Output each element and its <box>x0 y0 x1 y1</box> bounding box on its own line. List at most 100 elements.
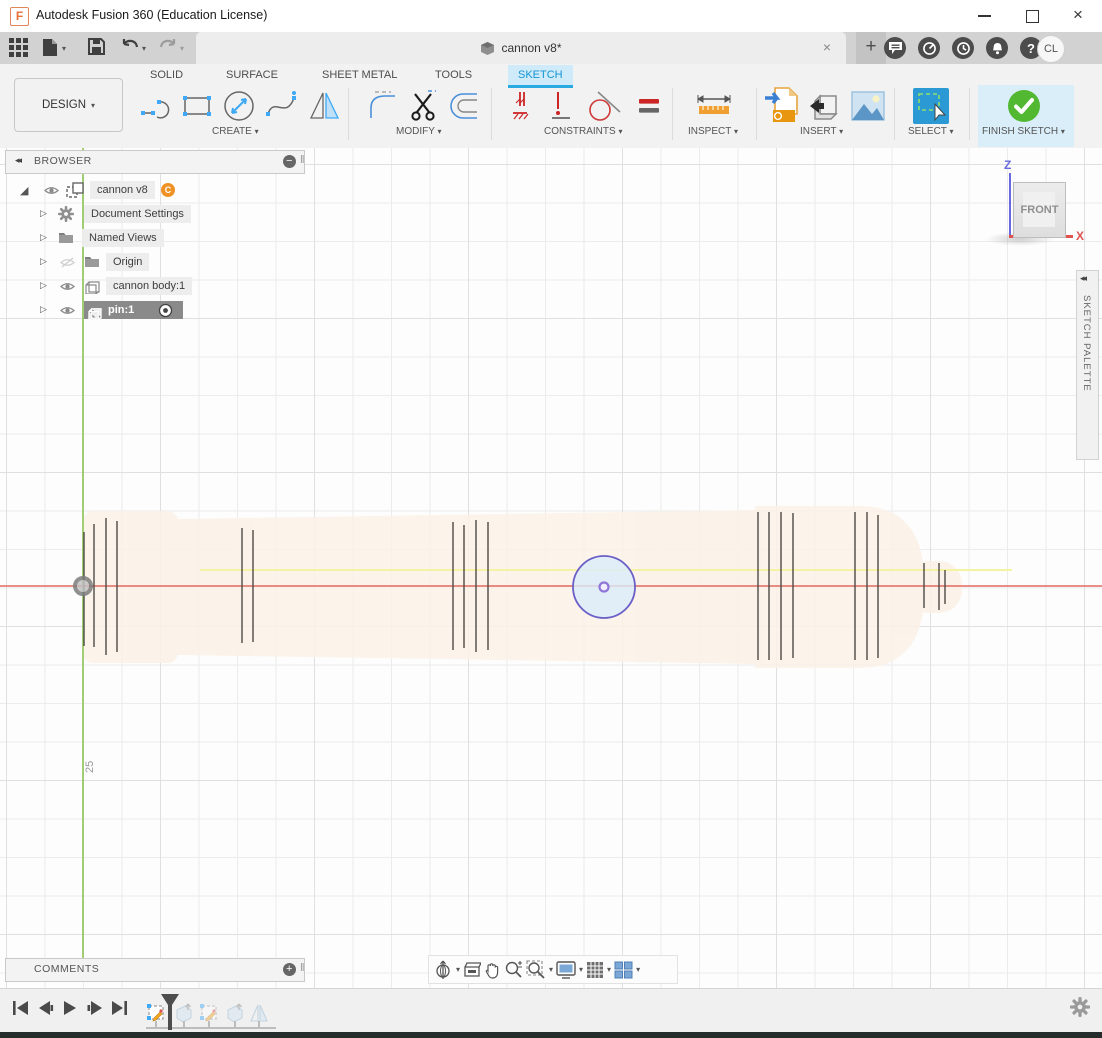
tab-solid[interactable]: SOLID <box>150 65 183 85</box>
tree-row-named-views[interactable]: ▷ Named Views <box>0 226 300 250</box>
timeline-go-to-end-button[interactable] <box>112 1001 128 1015</box>
fillet-tool-button[interactable] <box>365 86 405 126</box>
timeline-playhead[interactable] <box>160 994 180 1030</box>
remove-panel-icon[interactable]: − <box>283 155 296 168</box>
tree-row-root[interactable]: ◢ cannon v8 C <box>0 178 300 202</box>
extensions-icon[interactable] <box>918 37 940 59</box>
group-label-create[interactable]: CREATE ▾ <box>212 126 259 137</box>
new-tab-button[interactable]: + <box>856 32 886 64</box>
constraint-tangent-button[interactable] <box>584 86 624 126</box>
insert-svg-button[interactable] <box>762 86 802 126</box>
insert-canvas-button[interactable] <box>848 86 888 126</box>
tree-row-origin[interactable]: ▷ Origin <box>0 250 300 274</box>
user-avatar[interactable]: CL <box>1037 35 1065 63</box>
timeline-item-sketch[interactable] <box>199 1003 219 1023</box>
pan-hand-icon[interactable] <box>484 961 501 979</box>
offset-tool-button[interactable] <box>445 86 485 126</box>
timeline-go-to-start-button[interactable] <box>12 1001 28 1015</box>
constraint-vertical-horizontal-button[interactable] <box>540 86 580 126</box>
constraint-equal-button[interactable] <box>630 86 670 126</box>
line-tool-button[interactable] <box>136 86 176 126</box>
timeline-settings-gear-icon[interactable] <box>1070 997 1090 1017</box>
expand-collapsed-icon[interactable]: ▷ <box>40 232 47 243</box>
viewcube[interactable]: FRONT <box>1013 182 1066 238</box>
chevron-down-icon[interactable]: ▾ <box>62 44 66 53</box>
circle-tool-button[interactable] <box>219 86 259 126</box>
tree-item-label[interactable]: Document Settings <box>84 205 191 223</box>
tree-item-label[interactable]: Origin <box>106 253 149 271</box>
chevron-down-icon[interactable]: ▾ <box>456 965 460 974</box>
model-canvas[interactable]: 25 FRONT Z X ◂◂ SKETCH PALETTE ◂◂ BROWSE… <box>0 148 1102 988</box>
tree-row-cannon-body[interactable]: ▷ cannon body:1 <box>0 274 300 298</box>
rectangle-tool-button[interactable] <box>177 86 217 126</box>
finish-sketch-button[interactable] <box>1004 86 1044 126</box>
sketch-palette-panel[interactable]: ◂◂ SKETCH PALETTE <box>1076 270 1099 460</box>
tab-surface[interactable]: SURFACE <box>226 65 278 85</box>
browser-panel-header[interactable]: ◂◂ BROWSER − ‖ <box>5 150 305 174</box>
tree-row-document-settings[interactable]: ▷ Document Settings <box>0 202 300 226</box>
chevron-down-icon[interactable]: ▾ <box>142 44 146 53</box>
collapse-browser-icon[interactable]: ◂◂ <box>15 155 20 166</box>
timeline-play-button[interactable] <box>63 1001 77 1015</box>
constraint-fix-button[interactable] <box>502 86 542 126</box>
visibility-eye-icon[interactable] <box>60 281 75 292</box>
visibility-eye-icon[interactable] <box>60 305 75 316</box>
viewports-icon[interactable] <box>614 961 633 979</box>
chevron-down-icon[interactable]: ▾ <box>607 965 611 974</box>
group-label-inspect[interactable]: INSPECT ▾ <box>688 126 738 137</box>
tree-row-pin[interactable]: ▷ pin:1 <box>0 298 300 322</box>
tree-item-label[interactable]: Named Views <box>82 229 164 247</box>
panel-grip[interactable]: ‖ <box>300 154 305 166</box>
chevron-down-icon[interactable]: ▾ <box>549 965 553 974</box>
redo-button[interactable] <box>158 38 178 54</box>
visibility-eye-icon[interactable] <box>44 185 59 196</box>
look-at-icon[interactable] <box>463 962 481 978</box>
expand-panel-icon[interactable]: ◂◂ <box>1080 273 1085 284</box>
expand-collapsed-icon[interactable]: ▷ <box>40 208 47 219</box>
job-status-icon[interactable] <box>952 37 974 59</box>
notifications-bell-icon[interactable] <box>986 37 1008 59</box>
insert-derive-button[interactable] <box>804 86 844 126</box>
mirror-tool-button[interactable] <box>305 86 345 126</box>
chevron-down-icon[interactable]: ▾ <box>579 965 583 974</box>
activate-component-radio-icon[interactable] <box>158 303 173 318</box>
group-label-constraints[interactable]: CONSTRAINTS ▾ <box>544 126 622 137</box>
chevron-down-icon[interactable]: ▾ <box>180 44 184 53</box>
measure-tool-button[interactable] <box>694 86 734 126</box>
expand-collapsed-icon[interactable]: ▷ <box>40 280 47 291</box>
app-launcher-icon[interactable] <box>9 38 28 57</box>
maximize-button[interactable] <box>1010 0 1054 32</box>
zoom-icon[interactable] <box>504 960 523 979</box>
close-button[interactable]: × <box>1056 0 1100 32</box>
tab-sheet-metal[interactable]: SHEET METAL <box>322 65 397 85</box>
document-tab[interactable]: cannon v8* × <box>196 32 846 64</box>
group-label-select[interactable]: SELECT ▾ <box>908 126 954 137</box>
timeline-step-forward-button[interactable] <box>87 1001 103 1015</box>
workspace-selector-button[interactable]: DESIGN ▾ <box>14 78 123 132</box>
group-label-insert[interactable]: INSERT ▾ <box>800 126 843 137</box>
expand-collapsed-icon[interactable]: ▷ <box>40 256 47 267</box>
comments-feed-icon[interactable] <box>884 37 906 59</box>
timeline-step-back-button[interactable] <box>38 1001 54 1015</box>
group-label-finish-sketch[interactable]: FINISH SKETCH ▾ <box>982 126 1065 137</box>
undo-button[interactable] <box>120 38 140 54</box>
timeline-item-mirror[interactable] <box>250 1003 268 1023</box>
add-comment-icon[interactable]: + <box>283 963 296 976</box>
select-tool-button[interactable] <box>911 86 951 126</box>
expand-collapsed-icon[interactable]: ▷ <box>40 304 47 315</box>
grid-settings-icon[interactable] <box>586 961 604 979</box>
group-label-modify[interactable]: MODIFY ▾ <box>396 126 442 137</box>
save-button[interactable] <box>88 38 105 55</box>
display-settings-icon[interactable] <box>556 961 576 979</box>
document-tab-close-icon[interactable]: × <box>818 38 836 56</box>
zoom-window-icon[interactable] <box>526 960 546 979</box>
tree-item-label[interactable]: cannon body:1 <box>106 277 192 295</box>
expand-open-icon[interactable]: ◢ <box>20 184 28 197</box>
tab-sketch[interactable]: SKETCH <box>508 65 573 85</box>
spline-tool-button[interactable] <box>262 86 302 126</box>
panel-grip[interactable]: ‖ <box>300 962 305 974</box>
trim-tool-button[interactable] <box>403 86 443 126</box>
orbit-icon[interactable] <box>433 960 453 980</box>
file-menu-button[interactable] <box>42 38 58 57</box>
tree-item-label[interactable]: cannon v8 <box>90 181 155 199</box>
